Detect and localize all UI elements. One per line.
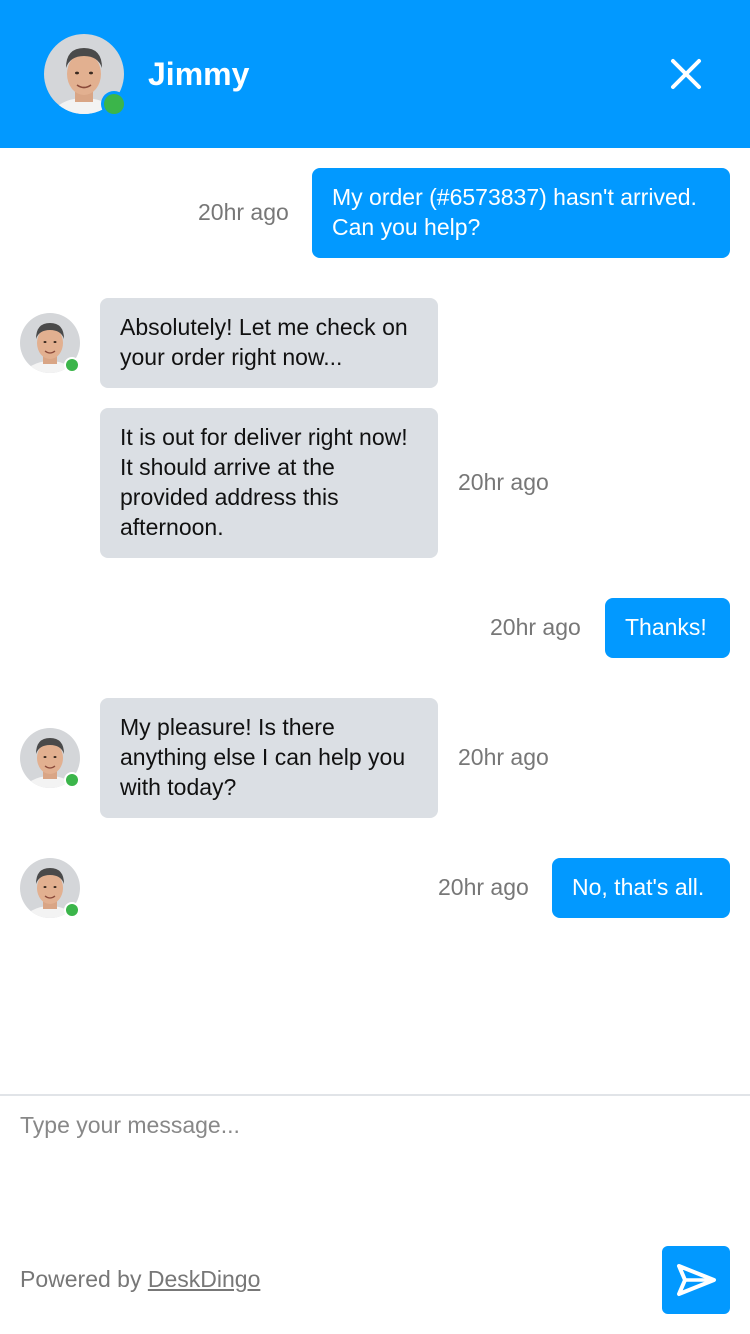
send-icon bbox=[677, 1264, 716, 1296]
powered-by-label: Powered by bbox=[20, 1266, 142, 1292]
agent-avatar-small bbox=[20, 728, 80, 788]
agent-avatar-small bbox=[20, 313, 80, 373]
agent-message-bubble: Absolutely! Let me check on your order r… bbox=[100, 298, 438, 388]
user-message-bubble: Thanks! bbox=[605, 598, 730, 658]
powered-by-footer: Powered by DeskDingo bbox=[20, 1264, 260, 1294]
send-button[interactable] bbox=[662, 1246, 730, 1314]
close-button[interactable] bbox=[662, 50, 710, 98]
brand-link[interactable]: DeskDingo bbox=[148, 1266, 261, 1292]
agent-message-bubble: It is out for deliver right now! It shou… bbox=[100, 408, 438, 558]
message-input[interactable] bbox=[20, 1110, 720, 1230]
chat-widget: Jimmy 20hr ago My order (#6573837) hasn'… bbox=[0, 0, 750, 1334]
user-message-bubble: No, that's all. bbox=[552, 858, 730, 918]
user-message-bubble: My order (#6573837) hasn't arrived. Can … bbox=[312, 168, 730, 258]
agent-avatar-small bbox=[20, 858, 80, 918]
message-timestamp: 20hr ago bbox=[458, 744, 549, 770]
agent-message-bubble: My pleasure! Is there anything else I ca… bbox=[100, 698, 438, 818]
online-status-dot bbox=[66, 359, 78, 371]
chat-header: Jimmy bbox=[0, 0, 750, 148]
message-timestamp: 20hr ago bbox=[198, 199, 289, 225]
online-status-indicator bbox=[104, 94, 124, 114]
message-timestamp: 20hr ago bbox=[490, 614, 581, 640]
online-status-dot bbox=[66, 774, 78, 786]
agent-name: Jimmy bbox=[148, 56, 250, 92]
message-timestamp: 20hr ago bbox=[458, 469, 549, 495]
close-icon bbox=[671, 59, 701, 89]
message-composer: Powered by DeskDingo bbox=[0, 1094, 750, 1334]
message-timestamp: 20hr ago bbox=[438, 874, 529, 900]
online-status-dot bbox=[66, 904, 78, 916]
message-list[interactable]: 20hr ago My order (#6573837) hasn't arri… bbox=[0, 148, 750, 1094]
